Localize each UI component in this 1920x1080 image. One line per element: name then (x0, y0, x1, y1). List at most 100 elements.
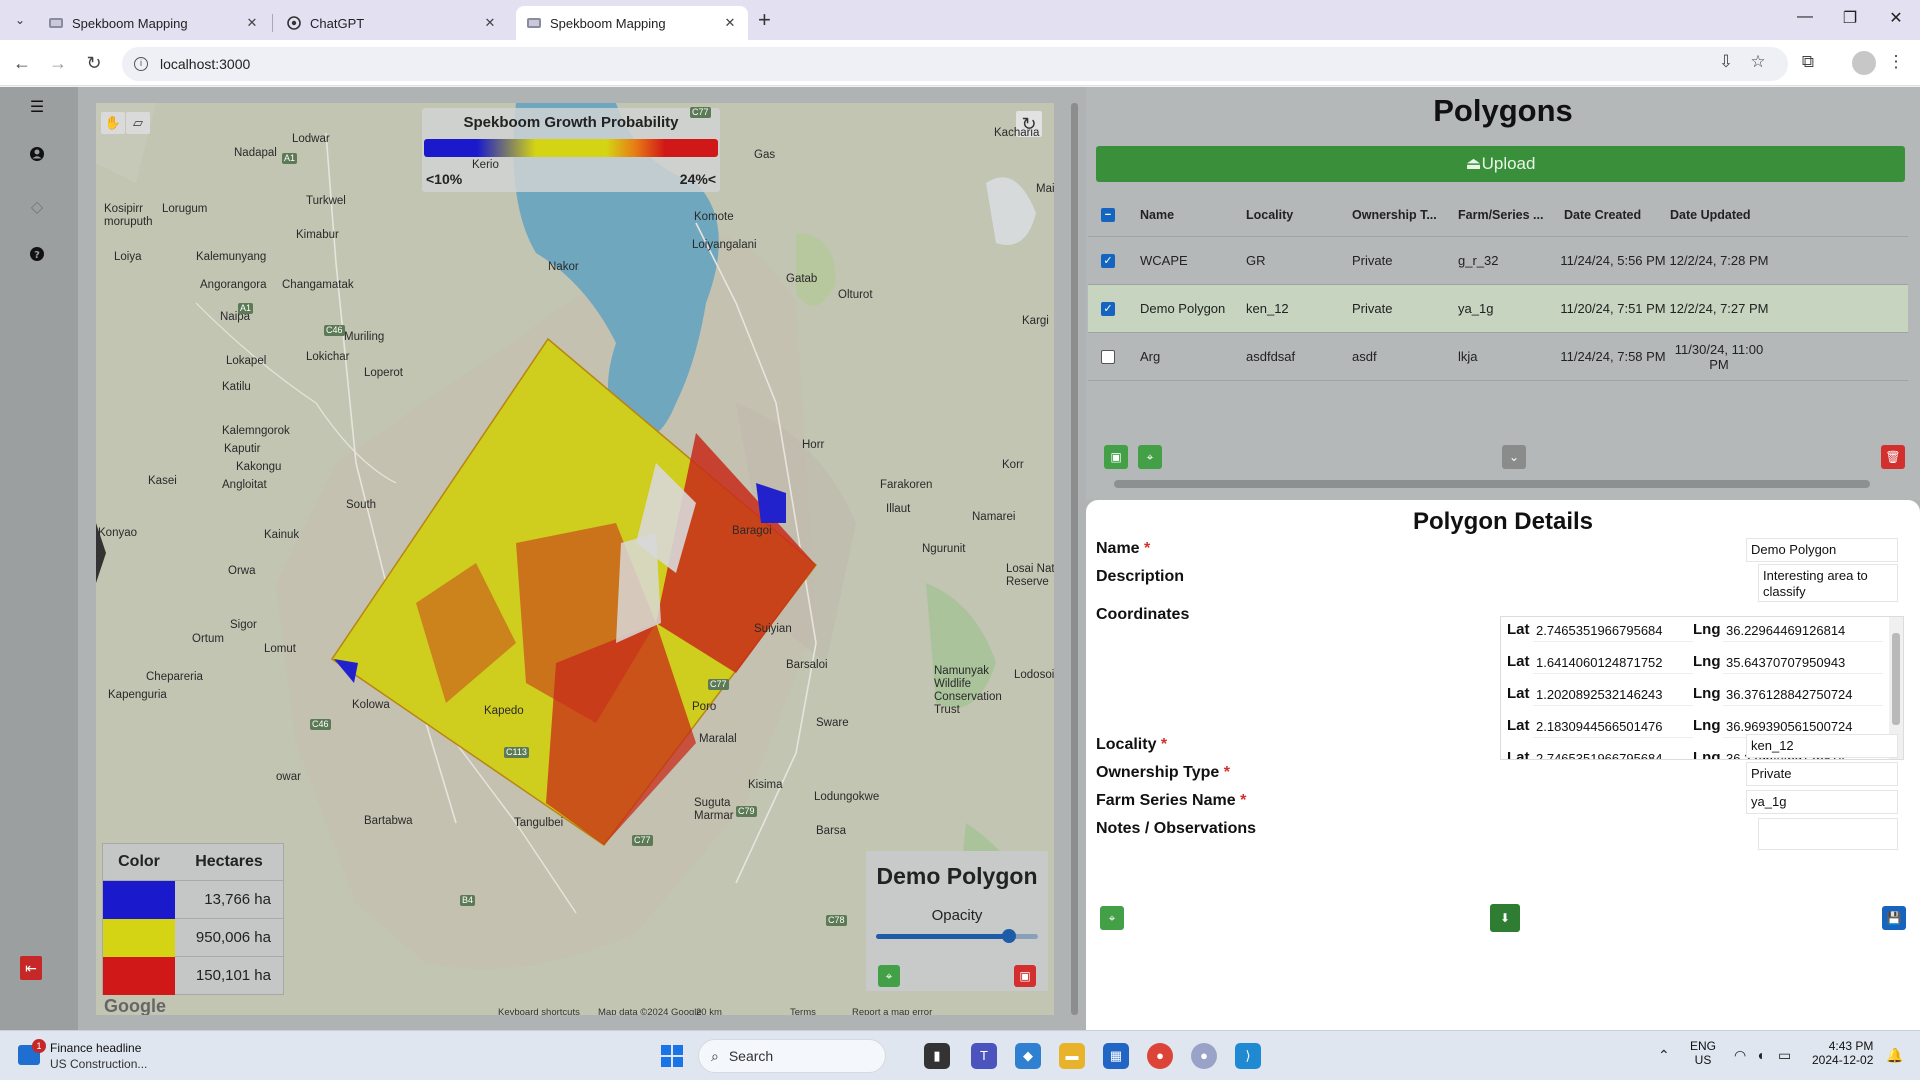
window-close-icon[interactable]: ✕ (1884, 8, 1908, 28)
minimize-icon[interactable]: — (1793, 8, 1817, 26)
attribution-item[interactable]: Terms (790, 1007, 816, 1015)
extensions-icon[interactable]: ⧉ (1797, 52, 1819, 72)
menu-icon[interactable]: ☰ (24, 95, 50, 121)
row-select-cell[interactable] (1088, 333, 1128, 380)
language-indicator[interactable]: ENG US (1690, 1039, 1716, 1067)
tab-spekboom-active[interactable]: Spekboom Mapping ✕ (516, 6, 748, 40)
coordinates-scroll-thumb[interactable] (1892, 633, 1900, 725)
volume-icon[interactable]: ◖ (1756, 1047, 1764, 1063)
name-field[interactable]: Demo Polygon (1746, 538, 1898, 562)
upload-button[interactable]: ⏏Upload (1096, 146, 1905, 182)
lat-input[interactable]: 2.1830944566501476 (1533, 716, 1693, 738)
draw-polygon-icon[interactable]: ◇ (24, 195, 50, 221)
col-header-ownership[interactable]: Ownership T... (1352, 193, 1452, 236)
close-icon[interactable]: ✕ (244, 15, 260, 31)
news-subtitle[interactable]: US Construction... (50, 1057, 147, 1071)
new-tab-icon[interactable]: + (758, 8, 771, 32)
attribution-item[interactable]: Report a map error (852, 1007, 932, 1015)
back-icon[interactable]: ← (11, 53, 33, 74)
col-header-name[interactable]: Name (1140, 193, 1240, 236)
col-header-date-updated[interactable]: Date Updated (1670, 193, 1770, 236)
profile-avatar[interactable] (1852, 51, 1876, 75)
download-icon[interactable]: ⬇ (1490, 904, 1520, 932)
windows-start-icon[interactable] (661, 1045, 683, 1067)
map-place-label: Kaputir (224, 443, 261, 455)
restore-icon[interactable]: ❐ (1838, 8, 1862, 28)
lat-input[interactable]: 2.7465351966795684 (1533, 748, 1693, 759)
col-header-farm-series[interactable]: Farm/Series ... (1458, 193, 1558, 236)
map-view-icon[interactable]: ▣ (1104, 445, 1128, 469)
task-view-icon[interactable]: ▮ (924, 1043, 950, 1069)
close-icon[interactable]: ✕ (482, 15, 498, 31)
teams-icon[interactable]: T (971, 1043, 997, 1069)
lng-input[interactable]: 35.64370707950943 (1723, 652, 1883, 674)
notes-field[interactable] (1758, 818, 1898, 850)
map-view[interactable]: ✋ ⏥ ↻ Spekboom Growth Probability <10% 2… (96, 103, 1054, 1015)
install-app-icon[interactable]: ⇩ (1715, 52, 1737, 72)
account-icon[interactable] (24, 145, 50, 171)
lat-input[interactable]: 1.2020892532146243 (1533, 684, 1693, 706)
file-explorer-icon[interactable]: ▬ (1059, 1043, 1085, 1069)
reload-icon[interactable]: ↻ (83, 53, 105, 74)
map-scrollbar[interactable] (1071, 103, 1078, 1015)
table-scrollbar[interactable] (1114, 480, 1870, 488)
battery-icon[interactable]: ▭ (1778, 1047, 1791, 1064)
news-title[interactable]: Finance headline (50, 1041, 141, 1055)
locate-polygon-icon[interactable]: ⌖ (878, 965, 900, 987)
forward-icon[interactable]: → (47, 53, 69, 74)
url-field[interactable]: i localhost:3000 (122, 47, 1788, 81)
opacity-slider[interactable] (876, 929, 1038, 943)
chrome-icon[interactable]: ● (1147, 1043, 1173, 1069)
pan-hand-icon[interactable]: ✋ (101, 112, 125, 134)
locate-polygon-icon[interactable]: ⌖ (1100, 906, 1124, 930)
lng-input[interactable]: 36.376128842750724 (1723, 684, 1883, 706)
help-icon[interactable]: ? (24, 245, 50, 271)
row-checkbox[interactable]: ✓ (1101, 301, 1115, 316)
draw-shape-icon[interactable]: ⏥ (126, 112, 150, 134)
clock[interactable]: 4:43 PM 2024-12-02 (1812, 1039, 1873, 1067)
remove-layer-icon[interactable]: ▣ (1014, 965, 1036, 987)
table-row[interactable]: ✓ WCAPE GR Private g_r_32 11/24/24, 5:56… (1088, 237, 1908, 285)
table-row[interactable]: Arg asdfdsaf asdf lkja 11/24/24, 7:58 PM… (1088, 333, 1908, 381)
map-place-label: Kalemunyang (196, 251, 267, 263)
ownership-field[interactable]: Private (1746, 762, 1898, 786)
table-row-selected[interactable]: ✓ Demo Polygon ken_12 Private ya_1g 11/2… (1088, 285, 1908, 333)
expand-chevron-icon[interactable]: ⌄ (1502, 445, 1526, 469)
locate-icon[interactable]: ⌖ (1138, 445, 1162, 469)
tab-chatgpt[interactable]: ChatGPT ✕ (276, 6, 508, 40)
lat-input[interactable]: 2.7465351966795684 (1533, 620, 1693, 642)
wifi-icon[interactable]: ◠ (1734, 1047, 1746, 1064)
opacity-slider-thumb[interactable] (1001, 929, 1016, 943)
attribution-item[interactable]: Keyboard shortcuts (498, 1007, 580, 1015)
tab-spekboom-1[interactable]: Spekboom Mapping ✕ (38, 6, 270, 40)
close-icon[interactable]: ✕ (722, 15, 738, 31)
logout-icon[interactable]: ⇤ (20, 956, 42, 980)
delete-icon[interactable]: 🗑 (1881, 445, 1905, 469)
tab-search-icon[interactable]: ⌄ (10, 10, 30, 30)
tray-chevron-icon[interactable]: ⌃ (1658, 1047, 1670, 1064)
lng-input[interactable]: 36.22964469126814 (1723, 620, 1883, 642)
locality-field[interactable]: ken_12 (1746, 734, 1898, 758)
farm-series-field[interactable]: ya_1g (1746, 790, 1898, 814)
row-select-cell[interactable]: ✓ (1088, 237, 1128, 284)
col-header-locality[interactable]: Locality (1246, 193, 1346, 236)
map-place-label: Losai National Reserve (1006, 563, 1054, 588)
site-info-icon[interactable]: i (134, 57, 148, 71)
save-icon[interactable]: 💾 (1882, 906, 1906, 930)
row-checkbox[interactable]: ✓ (1101, 253, 1115, 268)
select-all-cell[interactable]: − (1088, 193, 1128, 236)
row-select-cell[interactable]: ✓ (1088, 285, 1128, 332)
notification-bell-icon[interactable]: 🔔 (1886, 1047, 1903, 1064)
bookmark-star-icon[interactable]: ☆ (1747, 52, 1769, 72)
copilot-icon[interactable]: ◆ (1015, 1043, 1041, 1069)
vscode-icon[interactable]: ⟩ (1235, 1043, 1261, 1069)
taskbar-search[interactable]: ⌕ Search (698, 1039, 886, 1073)
chrome-active-icon[interactable]: ● (1191, 1043, 1217, 1069)
row-checkbox[interactable] (1101, 349, 1115, 364)
store-icon[interactable]: ▦ (1103, 1043, 1129, 1069)
lat-input[interactable]: 1.6414060124871752 (1533, 652, 1693, 674)
col-header-date-created[interactable]: Date Created (1564, 193, 1664, 236)
description-field[interactable]: Interesting area to classify (1758, 564, 1898, 602)
browser-menu-icon[interactable]: ⋮ (1885, 52, 1907, 72)
select-all-checkbox[interactable]: − (1101, 207, 1115, 222)
